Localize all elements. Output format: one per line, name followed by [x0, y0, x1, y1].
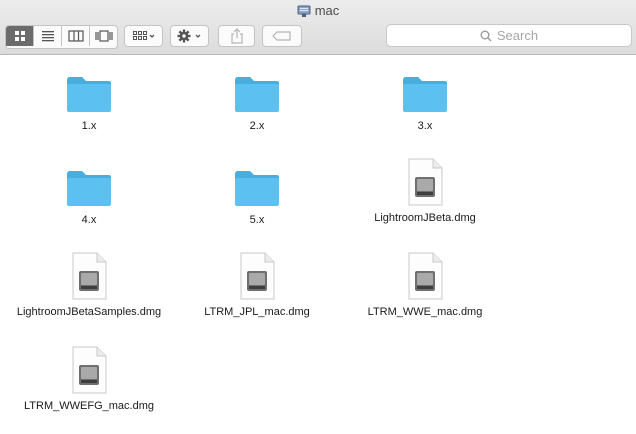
file-name: LTRM_JPL_mac.dmg [204, 306, 310, 318]
folder-item[interactable]: 4.x [4, 158, 174, 227]
tags-button[interactable] [262, 25, 302, 47]
folder-icon [64, 158, 114, 208]
arrange-button[interactable] [124, 25, 163, 47]
folder-item[interactable]: 3.x [340, 64, 510, 133]
window-title-text: mac [314, 3, 340, 18]
disk-image-icon [232, 250, 282, 300]
folder-item[interactable]: 5.x [172, 158, 342, 227]
list-view-button[interactable] [34, 26, 62, 46]
coverflow-view-icon [94, 30, 113, 42]
column-view-button[interactable] [62, 26, 90, 46]
disk-image-icon [400, 156, 450, 206]
coverflow-view-button[interactable] [90, 26, 117, 46]
file-name: LightroomJBetaSamples.dmg [16, 306, 162, 318]
action-button[interactable] [170, 25, 209, 47]
file-name: LTRM_WWEFG_mac.dmg [24, 400, 154, 412]
folder-item[interactable]: 1.x [4, 64, 174, 133]
disk-image-icon [64, 250, 114, 300]
icon-view-icon [14, 31, 25, 41]
disk-image-icon [400, 250, 450, 300]
network-volume-icon [297, 5, 311, 17]
file-name: 3.x [417, 120, 433, 132]
file-grid: 1.x 2.x 3.x 4.x 5.x LightroomJBeta.dmg L… [0, 56, 636, 434]
icon-view-button[interactable] [6, 26, 34, 46]
share-icon [230, 28, 243, 44]
file-name: LightroomJBeta.dmg [374, 212, 476, 224]
dmg-item[interactable]: LTRM_JPL_mac.dmg [172, 250, 342, 319]
folder-icon [232, 64, 282, 114]
search-placeholder: Search [496, 28, 539, 43]
share-button[interactable] [218, 25, 255, 47]
arrange-grid-icon [132, 31, 154, 40]
disk-image-icon [64, 344, 114, 394]
search-icon [480, 30, 492, 41]
file-name: 2.x [249, 120, 265, 132]
dmg-item[interactable]: LTRM_WWE_mac.dmg [340, 250, 510, 319]
folder-icon [232, 158, 282, 208]
folder-icon [400, 64, 450, 114]
gear-icon [177, 29, 200, 43]
list-view-icon [41, 31, 54, 42]
file-name: 4.x [81, 214, 97, 226]
dmg-item[interactable]: LightroomJBeta.dmg [340, 156, 510, 225]
file-name: 1.x [81, 120, 97, 132]
folder-icon [64, 64, 114, 114]
folder-item[interactable]: 2.x [172, 64, 342, 133]
file-name: LTRM_WWE_mac.dmg [367, 306, 483, 318]
dmg-item[interactable]: LTRM_WWEFG_mac.dmg [4, 344, 174, 413]
file-name: 5.x [249, 214, 265, 226]
column-view-icon [67, 30, 84, 42]
window-title: mac [0, 3, 636, 21]
finder-window: mac Search 1.x 2.x 3.x 4.x 5.x Lightroom… [0, 0, 636, 434]
dmg-item[interactable]: LightroomJBetaSamples.dmg [4, 250, 174, 319]
view-mode-segmented [5, 25, 118, 49]
tag-icon [272, 31, 291, 41]
search-field[interactable]: Search [386, 24, 632, 47]
toolbar: mac Search [0, 0, 636, 55]
